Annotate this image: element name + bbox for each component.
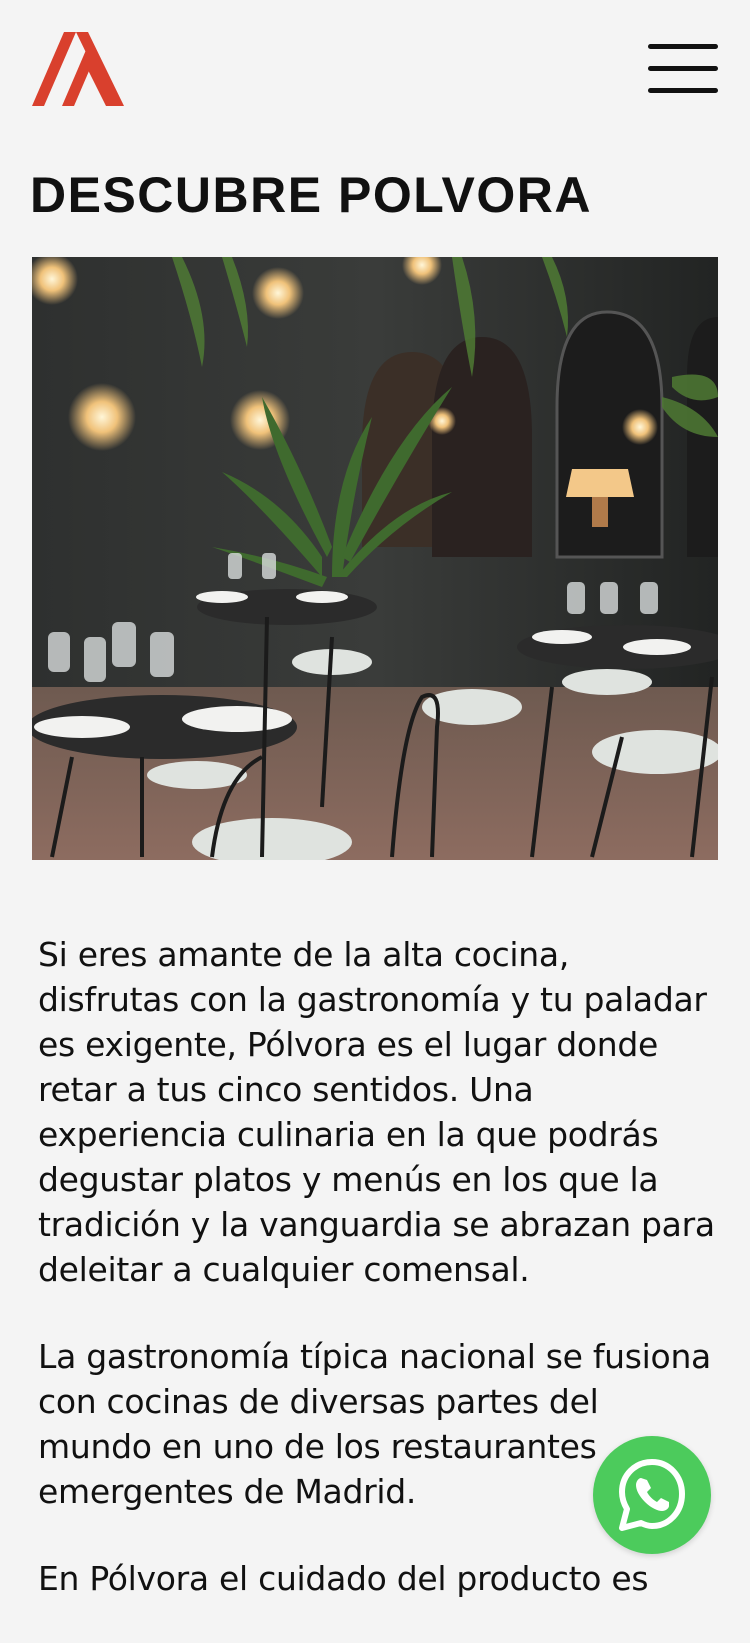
polvora-logo-icon[interactable]: [32, 32, 124, 106]
intro-paragraph: Si eres amante de la alta cocina, disfru…: [38, 935, 715, 1289]
whatsapp-button[interactable]: [593, 1436, 711, 1554]
intro-paragraph: En Pólvora el cuidado del producto es: [38, 1559, 649, 1598]
site-header: [0, 0, 750, 140]
page-title: DESCUBRE POLVORA: [30, 167, 593, 223]
hamburger-menu-icon[interactable]: [648, 44, 718, 94]
whatsapp-icon: [619, 1459, 685, 1531]
restaurant-courtyard-photo: [32, 257, 718, 860]
